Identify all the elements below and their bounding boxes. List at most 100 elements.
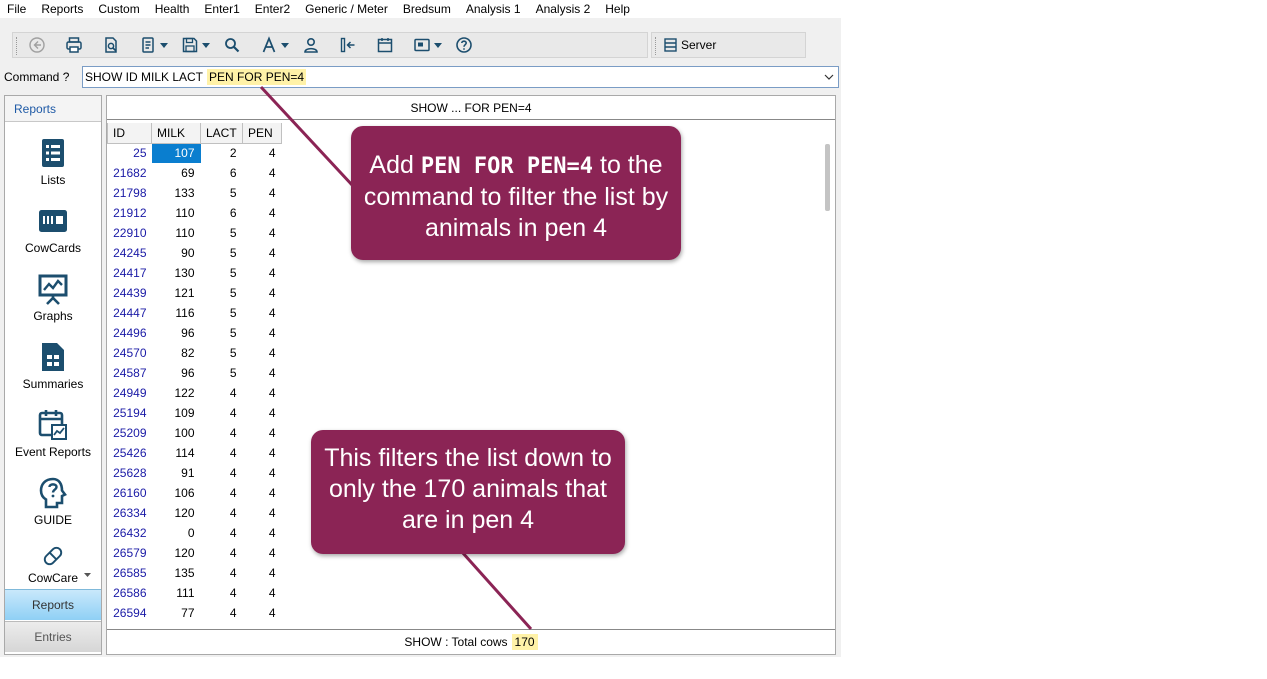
command-input[interactable]: SHOW ID MILK LACT PEN FOR PEN=4 [82, 66, 839, 88]
cell-lact[interactable]: 2 [201, 143, 243, 163]
menu-file[interactable]: File [0, 1, 33, 17]
table-row[interactable]: 25209 100 4 4 [108, 423, 282, 443]
cell-id[interactable]: 24587 [108, 363, 152, 383]
save-button[interactable] [176, 34, 203, 56]
cell-milk[interactable]: 100 [152, 423, 201, 443]
save-dropdown[interactable] [201, 42, 210, 48]
menu-bredsum[interactable]: Bredsum [395, 1, 458, 17]
cell-milk[interactable]: 135 [152, 563, 201, 583]
cell-pen[interactable]: 4 [243, 283, 282, 303]
cell-pen[interactable]: 4 [243, 363, 282, 383]
cell-lact[interactable]: 5 [201, 303, 243, 323]
cell-id[interactable]: 26432 [108, 523, 152, 543]
menu-generic-meter[interactable]: Generic / Meter [297, 1, 395, 17]
sidebar-item-summaries[interactable]: Summaries [5, 341, 101, 401]
cell-milk[interactable]: 90 [152, 243, 201, 263]
report-button[interactable] [134, 34, 161, 56]
table-row[interactable]: 26160 106 4 4 [108, 483, 282, 503]
cell-pen[interactable]: 4 [243, 223, 282, 243]
cell-pen[interactable]: 4 [243, 563, 282, 583]
cell-pen[interactable]: 4 [243, 583, 282, 603]
cell-id[interactable]: 26585 [108, 563, 152, 583]
cell-pen[interactable]: 4 [243, 323, 282, 343]
vertical-scrollbar[interactable] [825, 144, 830, 211]
cell-id[interactable]: 21912 [108, 203, 152, 223]
cell-pen[interactable]: 4 [243, 443, 282, 463]
cell-pen[interactable]: 4 [243, 183, 282, 203]
table-row[interactable]: 26585 135 4 4 [108, 563, 282, 583]
user-button[interactable] [297, 34, 324, 56]
table-row[interactable]: 21798 133 5 4 [108, 183, 282, 203]
cell-pen[interactable]: 4 [243, 603, 282, 623]
back-button[interactable] [23, 34, 50, 56]
cell-lact[interactable]: 5 [201, 343, 243, 363]
menu-help[interactable]: Help [597, 1, 637, 17]
cell-pen[interactable]: 4 [243, 483, 282, 503]
cell-milk[interactable]: 69 [152, 163, 201, 183]
table-row[interactable]: 24417 130 5 4 [108, 263, 282, 283]
cell-pen[interactable]: 4 [243, 163, 282, 183]
table-row[interactable]: 24447 116 5 4 [108, 303, 282, 323]
cell-milk[interactable]: 0 [152, 523, 201, 543]
cell-id[interactable]: 24439 [108, 283, 152, 303]
cell-id[interactable]: 22910 [108, 223, 152, 243]
cell-lact[interactable]: 6 [201, 203, 243, 223]
cell-id[interactable]: 26586 [108, 583, 152, 603]
cell-milk[interactable]: 91 [152, 463, 201, 483]
cell-id[interactable]: 24570 [108, 343, 152, 363]
menu-custom[interactable]: Custom [90, 1, 146, 17]
font-dropdown[interactable] [280, 42, 289, 48]
cell-id[interactable]: 26334 [108, 503, 152, 523]
cell-milk[interactable]: 110 [152, 223, 201, 243]
cell-lact[interactable]: 4 [201, 523, 243, 543]
cell-milk[interactable]: 120 [152, 543, 201, 563]
cell-id[interactable]: 25 [108, 143, 152, 163]
cell-pen[interactable]: 4 [243, 243, 282, 263]
cell-milk[interactable]: 96 [152, 363, 201, 383]
cell-lact[interactable]: 4 [201, 463, 243, 483]
cell-id[interactable]: 24949 [108, 383, 152, 403]
cell-milk[interactable]: 133 [152, 183, 201, 203]
card-button[interactable] [408, 34, 435, 56]
cell-milk[interactable]: 111 [152, 583, 201, 603]
table-row[interactable]: 25 107 2 4 [108, 143, 282, 163]
menu-analysis-1[interactable]: Analysis 1 [458, 1, 528, 17]
cell-lact[interactable]: 5 [201, 223, 243, 243]
font-button[interactable] [255, 34, 282, 56]
cell-lact[interactable]: 4 [201, 383, 243, 403]
table-row[interactable]: 26594 77 4 4 [108, 603, 282, 623]
column-header-milk[interactable]: MILK [151, 123, 201, 144]
server-button[interactable]: Server [651, 32, 806, 58]
toolbar-grip[interactable] [655, 37, 656, 55]
chevron-down-icon[interactable] [824, 73, 834, 81]
cell-milk[interactable]: 82 [152, 343, 201, 363]
table-row[interactable]: 24570 82 5 4 [108, 343, 282, 363]
table-row[interactable]: 22910 110 5 4 [108, 223, 282, 243]
cell-lact[interactable]: 6 [201, 163, 243, 183]
cell-lact[interactable]: 5 [201, 183, 243, 203]
column-button[interactable] [334, 34, 361, 56]
cell-milk[interactable]: 122 [152, 383, 201, 403]
sidebar-item-graphs[interactable]: Graphs [5, 273, 101, 333]
sidebar-item-lists[interactable]: Lists [5, 137, 101, 197]
table-row[interactable]: 24587 96 5 4 [108, 363, 282, 383]
cell-milk[interactable]: 110 [152, 203, 201, 223]
cell-id[interactable]: 26579 [108, 543, 152, 563]
print-button[interactable] [60, 34, 87, 56]
cell-lact[interactable]: 5 [201, 283, 243, 303]
cell-milk[interactable]: 107 [151, 143, 201, 163]
cell-pen[interactable]: 4 [243, 463, 282, 483]
cell-lact[interactable]: 4 [201, 583, 243, 603]
cell-id[interactable]: 24496 [108, 323, 152, 343]
cell-id[interactable]: 25194 [108, 403, 152, 423]
table-row[interactable]: 24496 96 5 4 [108, 323, 282, 343]
cell-pen[interactable]: 4 [243, 303, 282, 323]
scroll-down-icon[interactable] [84, 573, 91, 577]
table-row[interactable]: 26432 0 4 4 [108, 523, 282, 543]
table-row[interactable]: 26334 120 4 4 [108, 503, 282, 523]
cell-milk[interactable]: 96 [152, 323, 201, 343]
menu-enter1[interactable]: Enter1 [196, 1, 246, 17]
cell-id[interactable]: 26594 [108, 603, 152, 623]
table-row[interactable]: 26586 111 4 4 [108, 583, 282, 603]
cell-id[interactable]: 21682 [108, 163, 152, 183]
